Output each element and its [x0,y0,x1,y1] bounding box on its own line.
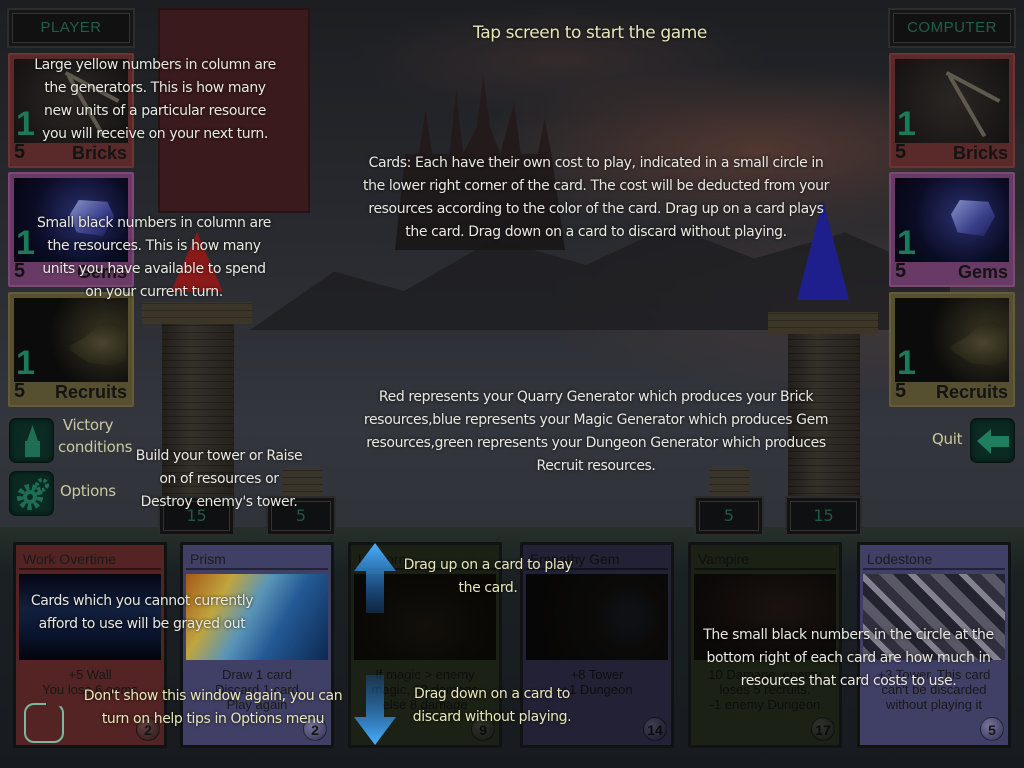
player-recruits-amount: 5 [14,380,26,402]
arrow-up-icon [354,543,396,613]
computer-gems-generator: 1 [897,224,916,262]
player-gems-amount: 5 [14,260,26,282]
computer-gems-panel: 1 5 Gems [889,172,1015,287]
quit-label[interactable]: Quit [932,430,962,448]
arrow-left-icon [977,429,1009,454]
tip-colors: Red represents your Quarry Generator whi… [363,389,829,474]
player-label: PLAYER [7,8,135,48]
options-button[interactable] [9,471,54,516]
computer-recruits-label: Recruits [935,382,1008,402]
card-cost: 5 [980,717,1004,741]
card-title: Vampire [694,548,836,570]
player-recruits-label: Recruits [54,382,127,402]
start-prompt[interactable]: Tap screen to start the game [380,22,800,45]
tip-drag-up: Drag up on a card to play the card. [403,557,573,596]
victory-conditions-label[interactable]: Victory conditions [58,414,133,458]
victory-conditions-button[interactable] [9,418,54,463]
tip-goal: Build your tower or Raise on of resource… [135,448,303,510]
tip-cost-circle: The small black numbers in the circle at… [703,627,994,689]
card-cost: 17 [811,717,835,741]
computer-bricks-label: Bricks [952,143,1008,163]
dont-show-label[interactable]: Don't show this window again, you can tu… [78,685,348,731]
player-recruits-panel: 1 5 Recruits [8,292,134,407]
player-bricks-label: Bricks [71,143,127,163]
gear-icon [17,478,49,510]
arrow-down-icon [354,675,396,745]
tip-generators: Large yellow numbers in column are the g… [34,57,276,142]
victory-label-line2: conditions [58,438,133,456]
computer-recruits-generator: 1 [897,344,916,382]
computer-wall-height: 5 [694,496,764,536]
tip-drag-down: Drag down on a card to discard without p… [412,686,572,725]
computer-recruits-panel: 1 5 Recruits [889,292,1015,407]
tip-resources: Small black numbers in column are the re… [37,215,271,300]
computer-label: COMPUTER [888,8,1016,48]
quit-button[interactable] [970,418,1015,463]
computer-tower-height: 15 [785,496,862,536]
tip-grayed: Cards which you cannot currently afford … [30,593,254,632]
computer-recruits-amount: 5 [895,380,907,402]
computer-gems-amount: 5 [895,260,907,282]
computer-bricks-generator: 1 [897,105,916,143]
dont-show-checkbox[interactable] [24,703,64,743]
player-bricks-amount: 5 [14,141,26,163]
card-title: Prism [186,548,328,570]
tower-icon [25,425,40,457]
victory-label-line1: Victory [62,416,114,434]
options-label[interactable]: Options [60,482,116,500]
card-title: Work Overtime [19,548,161,570]
computer-gems-label: Gems [957,262,1008,282]
card-title: Lodestone [863,548,1005,570]
computer-bricks-amount: 5 [895,141,907,163]
player-gems-generator: 1 [16,224,35,262]
computer-bricks-panel: 1 5 Bricks [889,53,1015,168]
player-recruits-generator: 1 [16,344,35,382]
tip-cards: Cards: Each have their own cost to play,… [363,155,829,240]
card-cost: 14 [643,717,667,741]
